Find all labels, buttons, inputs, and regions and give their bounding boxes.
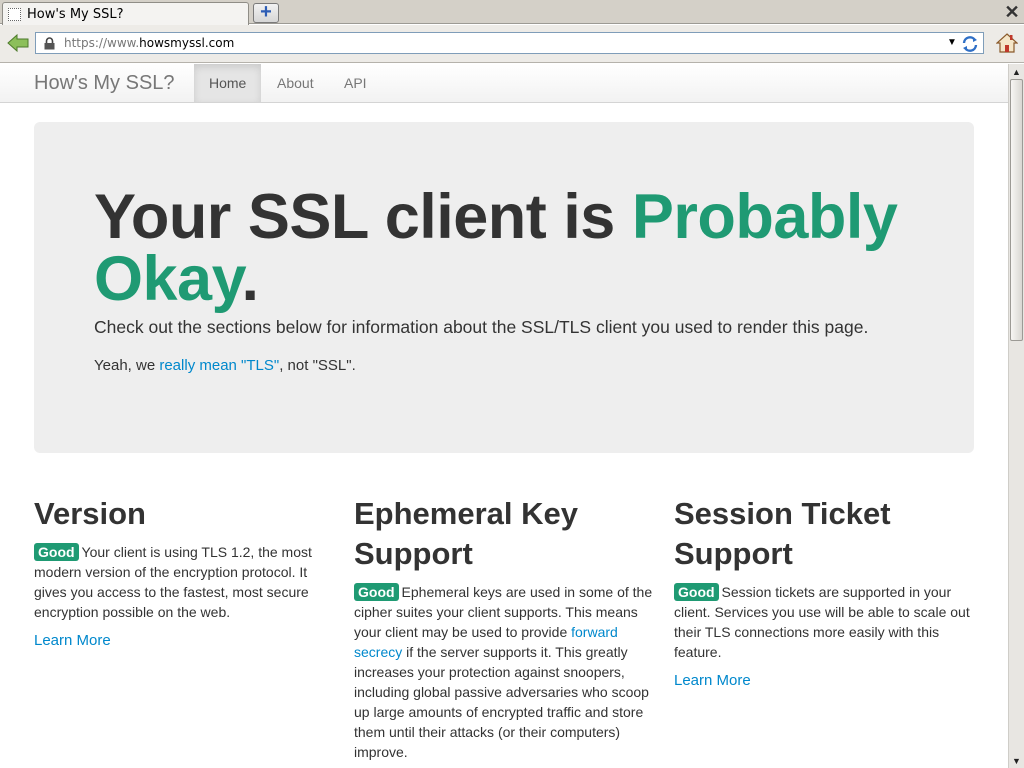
ephemeral-key-text: Good Ephemeral keys are used in some of t… <box>354 582 654 762</box>
session-ticket-section: Session Ticket Support Good Session ticke… <box>674 494 974 689</box>
ephemeral-key-heading: Ephemeral Key Support <box>354 496 578 571</box>
title-prefix: Your SSL client is <box>94 182 632 252</box>
tab-title: How's My SSL? <box>27 6 124 22</box>
note-suffix: , not "SSL". <box>279 357 356 374</box>
session-ticket-heading: Session Ticket Support <box>674 496 891 571</box>
reload-icon[interactable] <box>961 35 979 53</box>
status-badge: Good <box>674 583 719 601</box>
dropdown-arrow-icon[interactable]: ▼ <box>947 38 957 48</box>
version-heading: Version <box>34 496 146 531</box>
browser-tab-bar: How's My SSL? + ✕ <box>0 0 1024 25</box>
browser-tab[interactable]: How's My SSL? <box>2 2 249 25</box>
hero-note: Yeah, we really mean "TLS", not "SSL". <box>94 357 356 374</box>
status-badge: Good <box>34 543 79 561</box>
status-badge: Good <box>354 583 399 601</box>
session-ticket-text: Good Session tickets are supported in you… <box>674 582 974 662</box>
home-icon <box>996 33 1018 53</box>
home-button[interactable] <box>994 30 1020 56</box>
scrollbar-thumb[interactable] <box>1010 79 1023 341</box>
ephemeral-key-section: Ephemeral Key Support Good Ephemeral keys… <box>354 494 654 762</box>
hero-subtitle: Check out the sections below for informa… <box>94 317 869 337</box>
vertical-scrollbar[interactable]: ▲ ▼ <box>1008 64 1024 768</box>
hero-panel: Your SSL client is Probably Okay. Check … <box>34 122 974 453</box>
lock-icon <box>42 36 56 50</box>
new-tab-button[interactable]: + <box>253 1 279 23</box>
version-text: Good Your client is using TLS 1.2, the mo… <box>34 542 334 622</box>
title-suffix: . <box>241 244 259 314</box>
url-text: https://www.howsmyssl.com <box>64 36 235 50</box>
version-section: Version Good Your client is using TLS 1.2… <box>34 494 334 649</box>
back-arrow-icon <box>7 33 29 53</box>
close-icon[interactable]: ✕ <box>1004 3 1020 21</box>
nav-item-api[interactable]: API <box>329 64 382 102</box>
nav-item-home[interactable]: Home <box>194 64 262 102</box>
scroll-up-arrow-icon[interactable]: ▲ <box>1009 64 1024 79</box>
tls-link[interactable]: really mean "TLS" <box>159 357 279 374</box>
site-brand[interactable]: How's My SSL? <box>34 72 175 95</box>
back-button[interactable] <box>4 30 32 56</box>
browser-toolbar: https://www.howsmyssl.com ▼ <box>0 25 1024 63</box>
site-navbar: How's My SSL? Home About API <box>0 64 1008 103</box>
session-learn-more-link[interactable]: Learn More <box>674 672 974 689</box>
page-viewport: How's My SSL? Home About API Your SSL cl… <box>0 64 1008 768</box>
address-bar[interactable]: https://www.howsmyssl.com ▼ <box>35 32 984 54</box>
favicon-placeholder-icon <box>8 7 21 21</box>
ephemeral-text-after: if the server supports it. This greatly … <box>354 644 649 760</box>
note-prefix: Yeah, we <box>94 357 160 374</box>
page-title: Your SSL client is Probably Okay. <box>94 186 914 311</box>
nav-item-about[interactable]: About <box>262 64 329 102</box>
plus-icon: + <box>260 1 272 23</box>
version-learn-more-link[interactable]: Learn More <box>34 632 334 649</box>
scroll-down-arrow-icon[interactable]: ▼ <box>1009 753 1024 768</box>
